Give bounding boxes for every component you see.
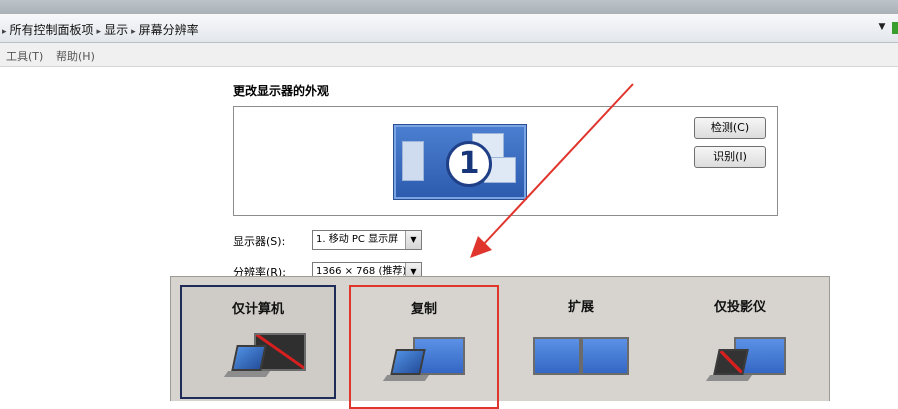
- breadcrumb-item-display[interactable]: 显示: [104, 23, 128, 37]
- desktop-window-icon: [402, 141, 424, 181]
- display-select-value: 1. 移动 PC 显示屏: [316, 234, 399, 245]
- refresh-icon[interactable]: [892, 22, 898, 34]
- address-bar[interactable]: ▸ 所有控制面板项 ▸ 显示 ▸ 屏幕分辨率: [0, 14, 898, 43]
- display-label: 显示器(S):: [233, 235, 286, 248]
- option-label: 仅投影仪: [713, 300, 766, 315]
- breadcrumb-item-screen-resolution[interactable]: 屏幕分辨率: [139, 23, 199, 37]
- detect-button[interactable]: 检测(C): [694, 117, 766, 139]
- address-dropdown-icon[interactable]: ▼: [876, 20, 888, 34]
- option-computer-only[interactable]: 仅计算机: [180, 285, 336, 399]
- option-duplicate[interactable]: 复制: [349, 285, 499, 409]
- option-projector-only[interactable]: 仅投影仪: [664, 285, 816, 401]
- breadcrumb-chevron-icon[interactable]: ▸: [131, 27, 136, 37]
- menu-bar: 工具(T) 帮助(H): [0, 43, 898, 67]
- window-title-strip: [0, 0, 898, 14]
- monitor-number-badge: 1: [446, 141, 492, 187]
- breadcrumb-item-all-control-panel[interactable]: 所有控制面板项: [10, 23, 94, 37]
- menu-tools[interactable]: 工具(T): [6, 48, 43, 64]
- option-label: 仅计算机: [231, 302, 284, 317]
- monitor-1-thumbnail[interactable]: 1: [394, 125, 526, 199]
- breadcrumb: ▸ 所有控制面板项 ▸ 显示 ▸ 屏幕分辨率: [2, 21, 202, 38]
- identify-button[interactable]: 识别(I): [694, 146, 766, 168]
- monitor-preview-panel: 1 检测(C) 识别(I): [233, 106, 778, 216]
- breadcrumb-chevron-icon[interactable]: ▸: [97, 27, 102, 37]
- menu-help[interactable]: 帮助(H): [56, 48, 95, 64]
- breadcrumb-chevron-icon[interactable]: ▸: [2, 27, 7, 37]
- annotation-arrow-head: [470, 236, 492, 258]
- chevron-down-icon[interactable]: ▼: [405, 231, 421, 249]
- projection-switcher: 仅计算机 复制 扩展 仅投影仪: [170, 276, 830, 409]
- option-extend[interactable]: 扩展: [505, 285, 657, 401]
- page-title: 更改显示器的外观: [233, 84, 330, 98]
- display-select[interactable]: 1. 移动 PC 显示屏 ▼: [312, 230, 422, 250]
- option-label: 复制: [410, 302, 437, 317]
- option-label: 扩展: [567, 300, 594, 315]
